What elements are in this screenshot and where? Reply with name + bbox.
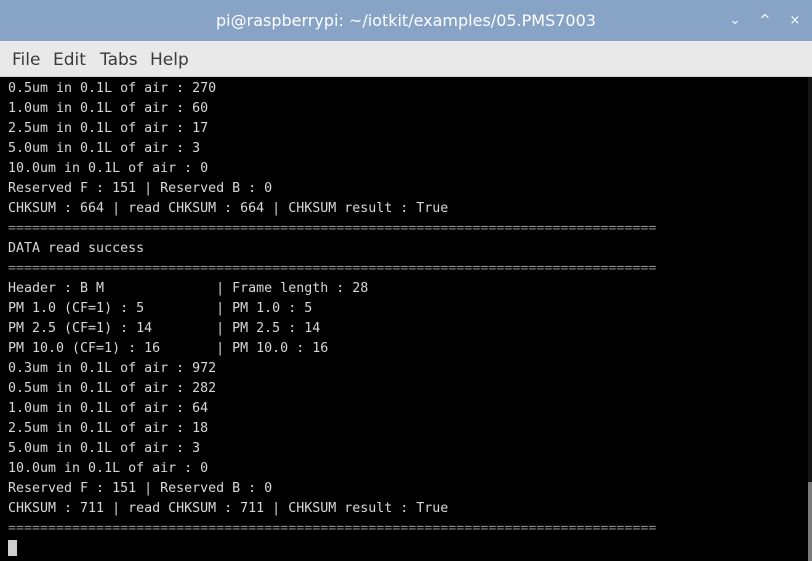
- menu-help[interactable]: Help: [150, 41, 189, 77]
- window-title: pi@raspberrypi: ~/iotkit/examples/05.PMS…: [216, 11, 596, 30]
- terminal-line: 1.0um in 0.1L of air : 64: [8, 401, 209, 416]
- terminal-line: 0.5um in 0.1L of air : 270: [8, 81, 217, 96]
- separator-line: ========================================…: [8, 221, 657, 236]
- terminal-line: 1.0um in 0.1L of air : 60: [8, 101, 209, 116]
- terminal-line: 5.0um in 0.1L of air : 3: [8, 441, 201, 456]
- terminal-line: 10.0um in 0.1L of air : 0: [8, 461, 209, 476]
- terminal-line: PM 1.0 (CF=1) : 5 | PM 1.0 : 5: [8, 301, 313, 316]
- menu-bar: File Edit Tabs Help: [0, 41, 812, 77]
- title-bar[interactable]: pi@raspberrypi: ~/iotkit/examples/05.PMS…: [0, 0, 812, 41]
- terminal-line: 10.0um in 0.1L of air : 0: [8, 161, 209, 176]
- scrollbar-thumb[interactable]: [808, 482, 812, 561]
- minimize-button[interactable]: ⌄: [724, 0, 746, 41]
- terminal-lines: 0.5um in 0.1L of air : 270 1.0um in 0.1L…: [8, 79, 656, 539]
- close-button[interactable]: ×: [784, 0, 806, 41]
- terminal-line: DATA read success: [8, 241, 145, 256]
- terminal-line: 2.5um in 0.1L of air : 18: [8, 421, 209, 436]
- menu-edit[interactable]: Edit: [53, 41, 86, 77]
- terminal-line: Reserved F : 151 | Reserved B : 0: [8, 181, 273, 196]
- terminal-line: 2.5um in 0.1L of air : 17: [8, 121, 209, 136]
- vertical-scrollbar[interactable]: [808, 77, 812, 561]
- separator-line: ========================================…: [8, 521, 657, 536]
- terminal-line: CHKSUM : 664 | read CHKSUM : 664 | CHKSU…: [8, 201, 449, 216]
- terminal-output[interactable]: 0.5um in 0.1L of air : 270 1.0um in 0.1L…: [0, 77, 808, 561]
- menu-tabs[interactable]: Tabs: [100, 41, 138, 77]
- terminal-line: Header : B M | Frame length : 28: [8, 281, 369, 296]
- separator-line: ========================================…: [8, 261, 657, 276]
- terminal-line: PM 10.0 (CF=1) : 16 | PM 10.0 : 16: [8, 341, 329, 356]
- terminal-line: PM 2.5 (CF=1) : 14 | PM 2.5 : 14: [8, 321, 321, 336]
- terminal-line: 0.5um in 0.1L of air : 282: [8, 381, 217, 396]
- terminal-line: Reserved F : 151 | Reserved B : 0: [8, 481, 273, 496]
- terminal-line: CHKSUM : 711 | read CHKSUM : 711 | CHKSU…: [8, 501, 449, 516]
- menu-file[interactable]: File: [12, 41, 40, 77]
- terminal-line: 5.0um in 0.1L of air : 3: [8, 141, 201, 156]
- text-cursor: [8, 540, 17, 556]
- terminal-line: 0.3um in 0.1L of air : 972: [8, 361, 217, 376]
- maximize-button[interactable]: ^: [754, 0, 776, 41]
